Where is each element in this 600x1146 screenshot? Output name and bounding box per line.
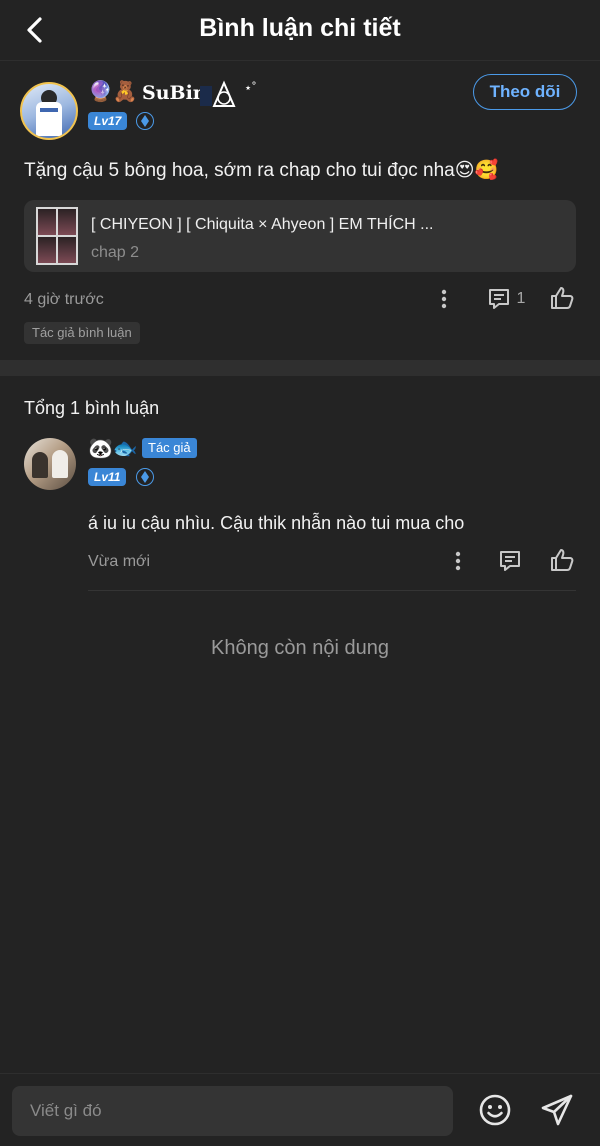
comment-time: 4 giờ trước xyxy=(24,291,104,308)
comment-icon xyxy=(500,551,520,571)
author-commented-tag: Tác giả bình luận xyxy=(24,322,140,344)
level-badge: Lv17 xyxy=(88,112,128,130)
thumbs-up-icon xyxy=(551,287,574,309)
diamond-icon xyxy=(136,468,154,486)
chapter-subtitle: chap 2 xyxy=(91,244,140,261)
logo-decoration-icon xyxy=(200,80,236,107)
reply-divider xyxy=(88,590,576,591)
thumbs-up-icon xyxy=(551,549,574,571)
reply-time: Vừa mới xyxy=(88,553,151,570)
end-of-content-label: Không còn nội dung xyxy=(211,637,389,659)
chapter-title: [ CHIYEON ] [ Chiquita × Ahyeon ] EM THÍ… xyxy=(91,216,434,233)
bottom-bar-divider xyxy=(0,1073,600,1074)
more-vertical-icon xyxy=(455,551,461,571)
username-emoji: 🔮🧸 xyxy=(88,81,138,103)
avatar-figure xyxy=(32,452,48,478)
reply-count-button[interactable]: 1 xyxy=(484,285,528,313)
chapter-thumbnail xyxy=(36,207,78,265)
section-divider xyxy=(0,360,600,376)
level-badge: Lv11 xyxy=(88,468,127,486)
more-vertical-icon xyxy=(441,289,447,309)
like-button[interactable] xyxy=(548,284,576,312)
avatar-figure xyxy=(40,108,58,112)
more-options-button[interactable] xyxy=(434,286,454,312)
send-icon xyxy=(541,1094,573,1126)
avatar-figure xyxy=(52,450,68,478)
comment-input[interactable] xyxy=(12,1086,453,1136)
diamond-icon xyxy=(136,112,154,130)
reply-more-options-button[interactable] xyxy=(448,548,468,574)
reply-like-button[interactable] xyxy=(548,546,576,574)
name-suffix-decoration: ⋆˚ xyxy=(244,80,257,95)
reply-comment-button[interactable] xyxy=(496,547,524,575)
commenter-username[interactable]: SuBin xyxy=(142,82,207,104)
reply-count: 1 xyxy=(516,290,526,307)
emoji-button[interactable] xyxy=(477,1090,513,1130)
follow-button[interactable]: Theo dõi xyxy=(473,74,577,110)
send-button[interactable] xyxy=(537,1090,577,1130)
comment-text: Tặng cậu 5 bông hoa, sớm ra chap cho tui… xyxy=(24,160,499,181)
commenter-avatar[interactable] xyxy=(20,82,78,140)
replier-username[interactable]: 🐼🐟 xyxy=(88,437,138,461)
page-title: Bình luận chi tiết xyxy=(199,14,401,42)
smiley-icon xyxy=(479,1094,511,1126)
chapter-link-card[interactable]: [ CHIYEON ] [ Chiquita × Ahyeon ] EM THÍ… xyxy=(24,200,576,272)
reply-text: á iu iu cậu nhìu. Cậu thik nhẫn nào tui … xyxy=(88,513,465,533)
author-badge: Tác giả xyxy=(142,438,197,458)
header-divider xyxy=(0,60,600,61)
replier-avatar[interactable] xyxy=(24,438,76,490)
total-comments-label: Tổng 1 bình luận xyxy=(24,398,160,418)
comment-icon xyxy=(488,289,509,309)
